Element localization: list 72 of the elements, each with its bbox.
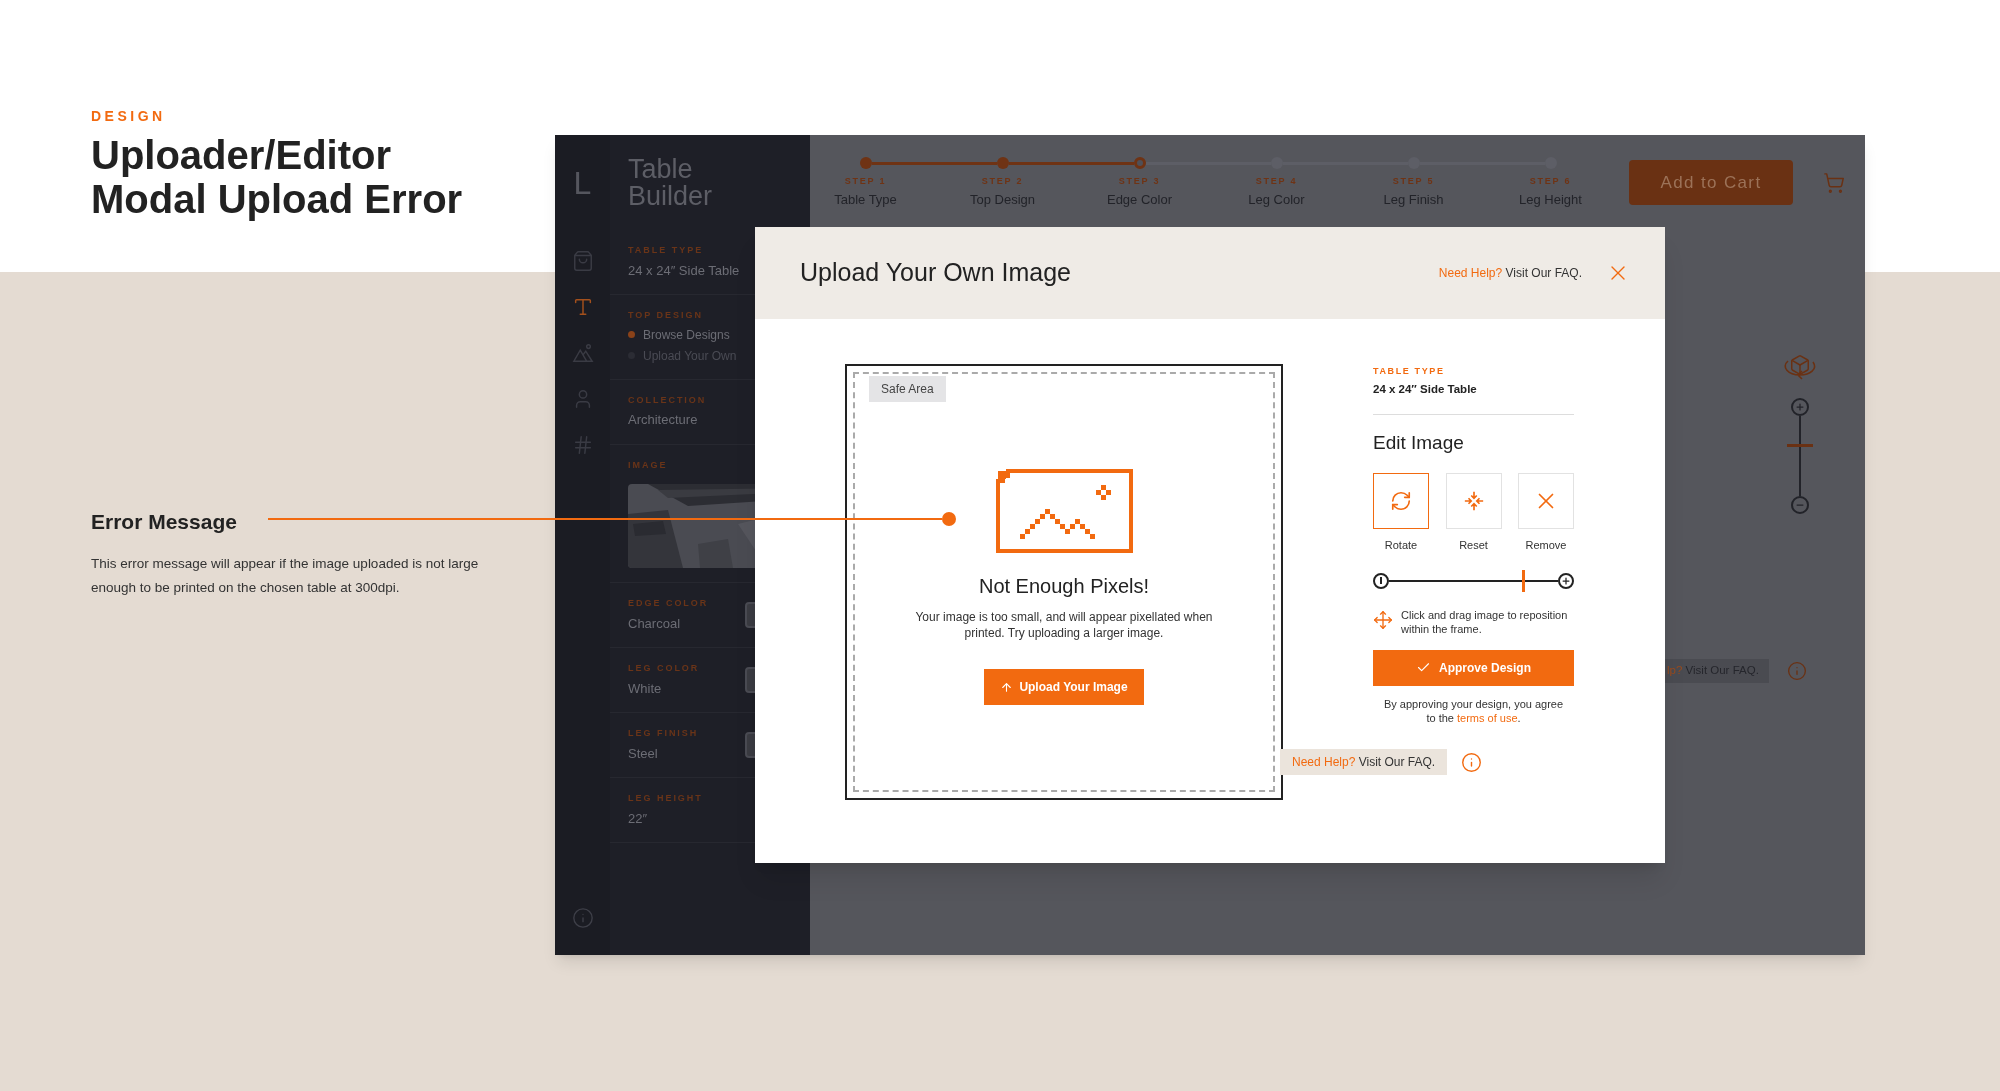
step-number: STEP 3 [1118,175,1161,188]
edit-image-heading: Edit Image [1373,430,1465,455]
rotate-button[interactable] [1373,473,1429,530]
step-number: STEP 2 [981,175,1024,188]
brand-title: Builder [628,182,714,210]
eyebrow-label: DESIGN [91,107,167,126]
view-zoom-handle[interactable] [1787,444,1813,447]
terms-text: By approving your design, you agree to the terms of use. [1382,696,1565,725]
tool-label: Remove [1525,538,1567,554]
slide-title: Modal Upload Error [91,177,464,221]
step-number: STEP 1 [844,175,887,188]
error-message: Your image is too small, and will appear pixellated when printed. Try uploading a larger image. [914,609,1214,641]
add-to-cart-button[interactable]: Add to Cart [1629,160,1793,205]
section-label: TOP DESIGN [628,309,704,322]
section-label: LEG HEIGHT [628,792,704,805]
slide-title: Uploader/Editor [91,133,393,177]
section-label: EDGE COLOR [628,597,709,610]
tooltip-text: Need Help? Visit Our FAQ. [1292,754,1436,771]
info-icon[interactable] [1461,751,1483,773]
tool-label: Rotate [1384,538,1418,554]
modal-title: Upload Your Own Image [800,257,1071,289]
section-label: COLLECTION [628,393,708,407]
section-value: Steel [628,744,659,763]
bag-icon[interactable] [571,250,594,272]
section-value: Architecture [628,411,699,429]
cart-icon[interactable] [1823,171,1845,194]
tool-label: Reset [1459,538,1488,554]
upload-button[interactable]: Upload Your Image [984,669,1144,705]
help-link[interactable]: Need Help? [1438,266,1503,280]
safe-area-tag: Safe Area [869,376,946,402]
slider-handle[interactable] [1522,569,1526,592]
move-icon [1373,609,1393,630]
reset-button[interactable] [1445,473,1502,530]
section-label: IMAGE [628,458,669,472]
remove-button[interactable] [1518,473,1574,530]
terms-link[interactable]: terms of use [1457,711,1518,724]
step-number: STEP 4 [1255,175,1298,188]
help-link[interactable]: Need Help? [1292,755,1356,769]
info-icon[interactable] [571,907,594,929]
view-zoom-in-icon[interactable] [1791,398,1809,416]
table-type-value: 24 x 24″ Side Table [1373,381,1478,397]
help-link[interactable]: lp? [1667,664,1683,677]
arrow-up-icon [1000,680,1014,694]
section-label: TABLE TYPE [628,244,705,257]
brand-title: Table [628,155,694,183]
view-zoom-slider[interactable] [1787,416,1813,496]
section-value: White [628,679,663,698]
annotation-text: This error message will appear if the image uploaded is not large enough to be printed on the chosen table at 300dpi. [91,554,480,597]
mountains-icon[interactable] [571,342,594,364]
section-label: LEG FINISH [628,727,699,740]
section-label: LEG COLOR [628,662,700,675]
zoom-out-icon[interactable] [1373,572,1389,589]
zoom-in-icon[interactable] [1558,572,1574,589]
help-text: Need Help? Visit Our FAQ. [1438,265,1582,282]
view-zoom-out-icon[interactable] [1791,496,1809,514]
drag-hint: Click and drag image to reposition within the frame. [1401,607,1569,636]
zoom-slider[interactable] [1389,569,1558,592]
step-number: STEP 6 [1529,175,1572,188]
info-icon[interactable] [1786,661,1807,681]
section-value: Charcoal [628,614,682,633]
table-type-label: TABLE TYPE [1373,365,1446,378]
annotation-title: Error Message [91,509,238,535]
section-value: 22″ [628,809,649,828]
radio-option[interactable]: Browse Designs [643,325,730,344]
logo: L [573,163,592,203]
pixel-image-icon [995,469,1133,553]
inward-arrows-icon [1462,490,1485,513]
section-value: 24 x 24″ Side Table [628,261,741,280]
error-title: Not Enough Pixels! [978,574,1150,599]
rotate-icon [1390,490,1412,513]
approve-button[interactable]: Approve Design [1373,649,1574,686]
step-number: STEP 5 [1392,175,1435,188]
